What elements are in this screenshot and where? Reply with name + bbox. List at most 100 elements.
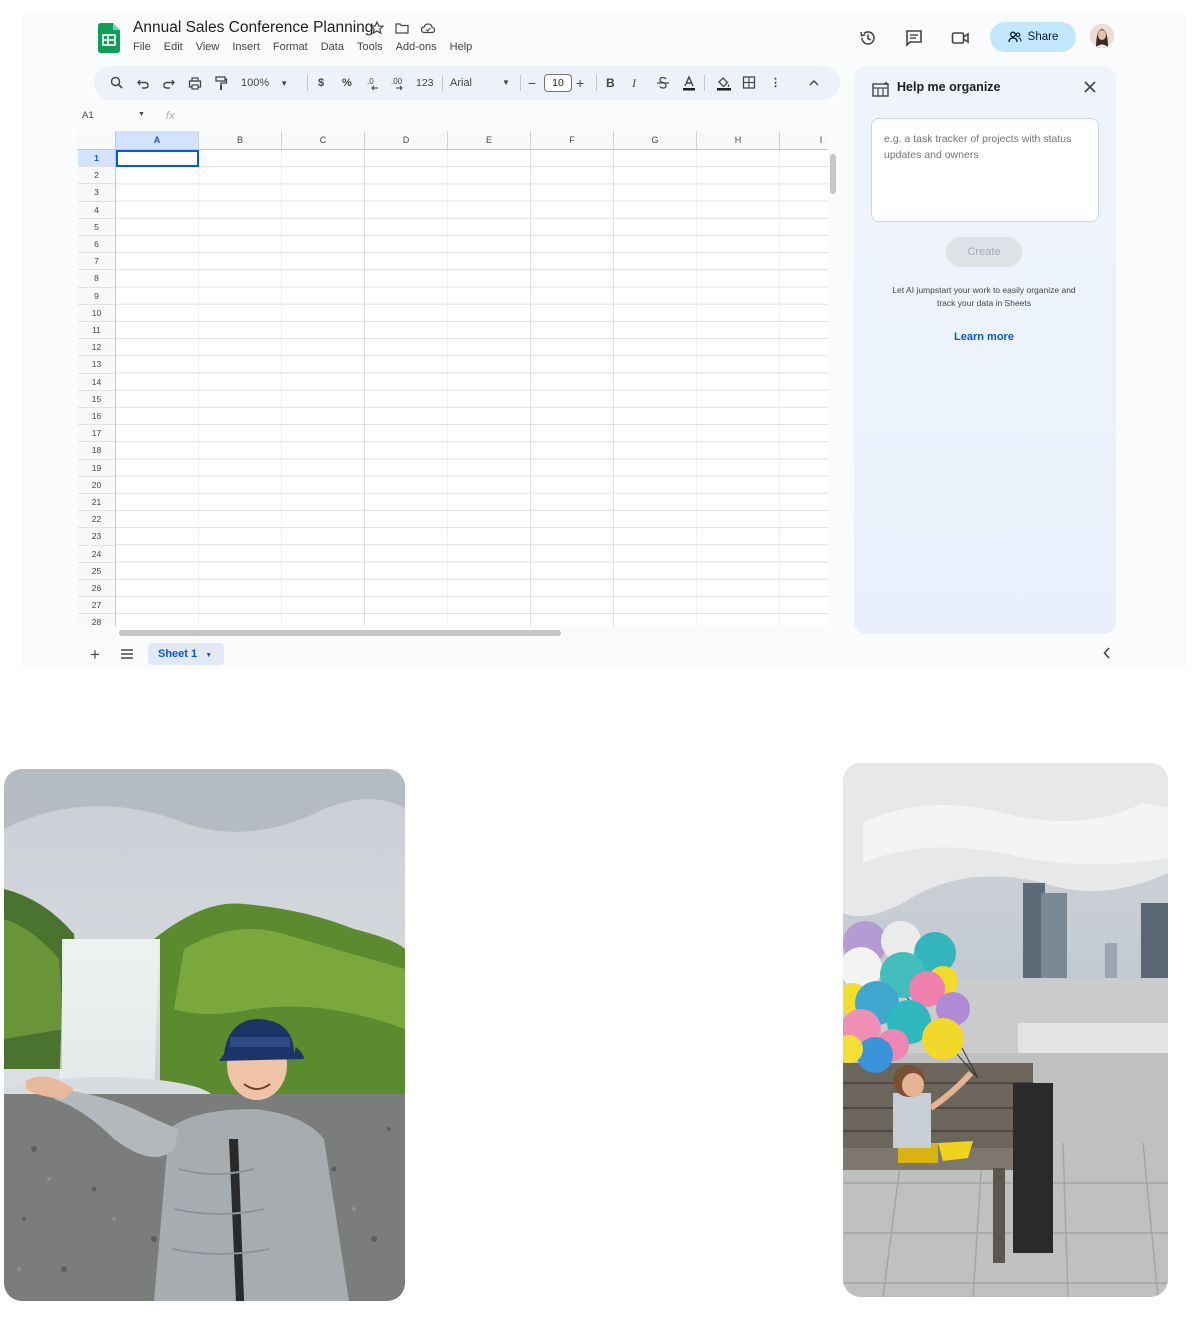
row-header-25[interactable]: 25 bbox=[78, 562, 116, 580]
row-header-11[interactable]: 11 bbox=[78, 322, 116, 340]
menu-file[interactable]: File bbox=[133, 41, 151, 53]
vertical-scrollbar[interactable] bbox=[830, 154, 836, 194]
print-icon[interactable] bbox=[188, 75, 202, 91]
share-button[interactable]: Share bbox=[990, 22, 1076, 52]
close-icon[interactable] bbox=[1083, 80, 1097, 94]
menu-help[interactable]: Help bbox=[450, 41, 473, 53]
sheets-logo-icon[interactable] bbox=[98, 23, 120, 53]
row-header-24[interactable]: 24 bbox=[78, 545, 116, 563]
paint-format-icon[interactable] bbox=[214, 75, 228, 91]
row-header-23[interactable]: 23 bbox=[78, 528, 116, 546]
strikethrough-icon[interactable] bbox=[656, 75, 670, 91]
menu-format[interactable]: Format bbox=[273, 41, 308, 53]
name-box[interactable]: A1 ▼ bbox=[82, 110, 148, 126]
comment-icon[interactable] bbox=[904, 28, 924, 48]
currency-format-button[interactable]: $ bbox=[318, 75, 324, 91]
row-header-16[interactable]: 16 bbox=[78, 408, 116, 426]
row-header-26[interactable]: 26 bbox=[78, 580, 116, 598]
formula-bar[interactable]: fx bbox=[166, 110, 175, 122]
row-header-6[interactable]: 6 bbox=[78, 236, 116, 254]
row-header-14[interactable]: 14 bbox=[78, 373, 116, 391]
cloud-status-icon[interactable] bbox=[420, 20, 436, 36]
undo-icon[interactable] bbox=[136, 75, 150, 91]
row-header-17[interactable]: 17 bbox=[78, 425, 116, 443]
menu-bar: File Edit View Insert Format Data Tools … bbox=[133, 41, 485, 53]
menu-data[interactable]: Data bbox=[321, 41, 344, 53]
horizontal-scrollbar[interactable] bbox=[119, 630, 561, 636]
all-sheets-menu-icon[interactable] bbox=[120, 648, 134, 660]
row-header-10[interactable]: 10 bbox=[78, 304, 116, 322]
column-header-a[interactable]: A bbox=[116, 131, 199, 150]
document-title[interactable]: Annual Sales Conference Planning bbox=[133, 19, 373, 37]
cell-area[interactable] bbox=[116, 150, 828, 626]
menu-insert[interactable]: Insert bbox=[232, 41, 260, 53]
row-header-13[interactable]: 13 bbox=[78, 356, 116, 374]
sheets-window: Annual Sales Conference Planning File Ed… bbox=[22, 14, 1186, 669]
font-family-select[interactable]: Arial ▼ bbox=[450, 75, 512, 91]
text-color-icon[interactable] bbox=[682, 75, 696, 91]
row-header-8[interactable]: 8 bbox=[78, 270, 116, 288]
row-header-4[interactable]: 4 bbox=[78, 201, 116, 219]
row-header-15[interactable]: 15 bbox=[78, 390, 116, 408]
learn-more-link[interactable]: Learn more bbox=[934, 331, 1034, 343]
history-icon[interactable] bbox=[858, 28, 878, 48]
menu-add-ons[interactable]: Add-ons bbox=[396, 41, 437, 53]
create-button[interactable]: Create bbox=[946, 237, 1022, 267]
avatar[interactable] bbox=[1090, 24, 1114, 48]
selected-cell[interactable] bbox=[116, 150, 199, 168]
menu-tools[interactable]: Tools bbox=[357, 41, 383, 53]
column-header-g[interactable]: G bbox=[614, 131, 697, 150]
toolbar-divider bbox=[704, 75, 705, 91]
row-header-2[interactable]: 2 bbox=[78, 167, 116, 185]
column-header-c[interactable]: C bbox=[282, 131, 365, 150]
column-header-h[interactable]: H bbox=[697, 131, 780, 150]
percent-format-button[interactable]: % bbox=[342, 75, 352, 91]
column-header-e[interactable]: E bbox=[448, 131, 531, 150]
more-options-icon[interactable]: ⋮ bbox=[770, 75, 781, 91]
redo-icon[interactable] bbox=[162, 75, 176, 91]
row-header-7[interactable]: 7 bbox=[78, 253, 116, 271]
italic-button[interactable]: I bbox=[632, 75, 636, 91]
row-header-19[interactable]: 19 bbox=[78, 459, 116, 477]
menu-edit[interactable]: Edit bbox=[164, 41, 183, 53]
increase-font-size-button[interactable]: + bbox=[576, 75, 584, 91]
chevron-left-icon[interactable] bbox=[1102, 646, 1112, 660]
column-header-d[interactable]: D bbox=[365, 131, 448, 150]
row-header-20[interactable]: 20 bbox=[78, 476, 116, 494]
collapse-toolbar-icon[interactable] bbox=[808, 75, 820, 91]
row-header-1[interactable]: 1 bbox=[78, 150, 116, 168]
select-all-corner[interactable] bbox=[78, 131, 116, 150]
column-header-f[interactable]: F bbox=[531, 131, 614, 150]
search-menus-icon[interactable] bbox=[110, 75, 124, 91]
row-header-22[interactable]: 22 bbox=[78, 511, 116, 529]
column-header-i[interactable]: I bbox=[780, 131, 828, 150]
borders-icon[interactable] bbox=[742, 75, 756, 91]
row-header-5[interactable]: 5 bbox=[78, 218, 116, 236]
row-header-18[interactable]: 18 bbox=[78, 442, 116, 460]
row-header-3[interactable]: 3 bbox=[78, 184, 116, 202]
star-icon[interactable] bbox=[369, 20, 385, 36]
name-box-dropdown-icon: ▼ bbox=[138, 111, 145, 118]
row-header-27[interactable]: 27 bbox=[78, 597, 116, 615]
increase-decimal-icon[interactable]: .00 bbox=[390, 75, 408, 91]
more-formats-button[interactable]: 123 bbox=[416, 75, 434, 91]
menu-view[interactable]: View bbox=[196, 41, 220, 53]
sheet-tab[interactable]: Sheet 1 ▼ bbox=[148, 643, 224, 665]
decrease-decimal-icon[interactable]: .0 bbox=[366, 75, 382, 91]
toolbar-divider bbox=[307, 75, 308, 91]
add-sheet-button[interactable]: + bbox=[90, 645, 100, 665]
row-header-21[interactable]: 21 bbox=[78, 494, 116, 512]
row-header-28[interactable]: 28 bbox=[78, 614, 116, 626]
row-header-12[interactable]: 12 bbox=[78, 339, 116, 357]
decrease-font-size-button[interactable]: − bbox=[528, 75, 536, 91]
meet-video-icon[interactable] bbox=[950, 28, 970, 48]
row-header-9[interactable]: 9 bbox=[78, 287, 116, 305]
font-size-input[interactable]: 10 bbox=[544, 74, 572, 92]
column-header-b[interactable]: B bbox=[199, 131, 282, 150]
bold-button[interactable]: B bbox=[606, 75, 615, 91]
prompt-input[interactable] bbox=[871, 118, 1099, 222]
move-folder-icon[interactable] bbox=[394, 20, 410, 36]
zoom-select[interactable]: 100% ▼ bbox=[241, 75, 288, 91]
spreadsheet-grid[interactable]: ABCDEFGHI 1 2 3 4 5 6 7 8 9 10 11 12 13 14 15 16 17 18 19 2… bbox=[78, 131, 828, 626]
fill-color-icon[interactable] bbox=[716, 75, 732, 91]
